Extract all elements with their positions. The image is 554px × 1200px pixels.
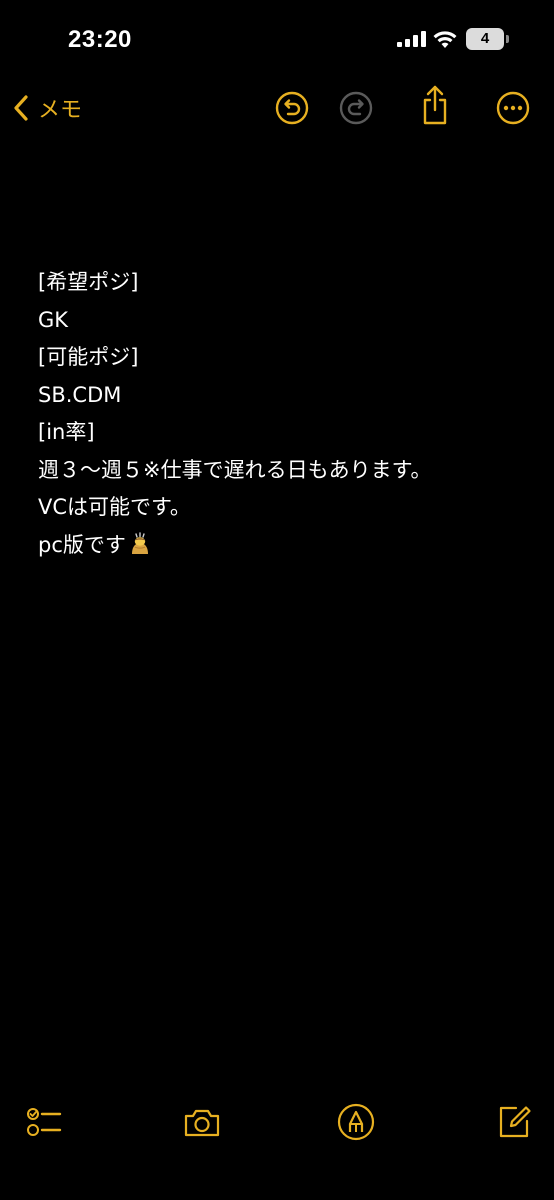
status-time: 23:20 [68, 26, 132, 53]
checklist-icon[interactable] [24, 1102, 64, 1142]
note-line: [可能ポジ] [38, 345, 139, 369]
bottom-toolbar [0, 1096, 554, 1146]
redo-icon[interactable] [338, 90, 374, 126]
note-line-text: pc版です [38, 532, 126, 557]
wifi-icon [433, 31, 457, 48]
back-button[interactable]: メモ [10, 90, 82, 126]
note-line-last: pc版です [38, 527, 538, 565]
share-icon[interactable] [417, 84, 453, 126]
back-label: メモ [38, 98, 83, 123]
status-bar: 23:20 4 [0, 0, 554, 80]
signal-bars-icon [397, 31, 426, 47]
note-line: 週３〜週５※仕事で遅れる日もあります。 [38, 457, 432, 482]
undo-icon[interactable] [274, 90, 310, 126]
note-line: SB.CDM [38, 382, 122, 407]
back-chevron-icon [14, 95, 28, 121]
person-bowing-emoji [131, 531, 148, 554]
camera-icon[interactable] [182, 1102, 222, 1142]
compose-icon[interactable] [494, 1102, 534, 1142]
note-line: [希望ポジ] [38, 270, 139, 294]
markup-pen-icon[interactable] [336, 1102, 376, 1142]
note-line: VCは可能です。 [38, 495, 191, 519]
battery-level: 4 [466, 28, 504, 50]
battery-icon: 4 [466, 28, 512, 52]
battery-cap [506, 35, 509, 43]
nav-bar: メモ [0, 80, 554, 136]
note-body[interactable]: [希望ポジ] GK [可能ポジ] SB.CDM [in率] 週３〜週５※仕事で遅… [38, 264, 538, 564]
more-icon[interactable] [495, 90, 531, 126]
note-line: [in率] [38, 420, 95, 444]
note-line: GK [38, 307, 69, 332]
